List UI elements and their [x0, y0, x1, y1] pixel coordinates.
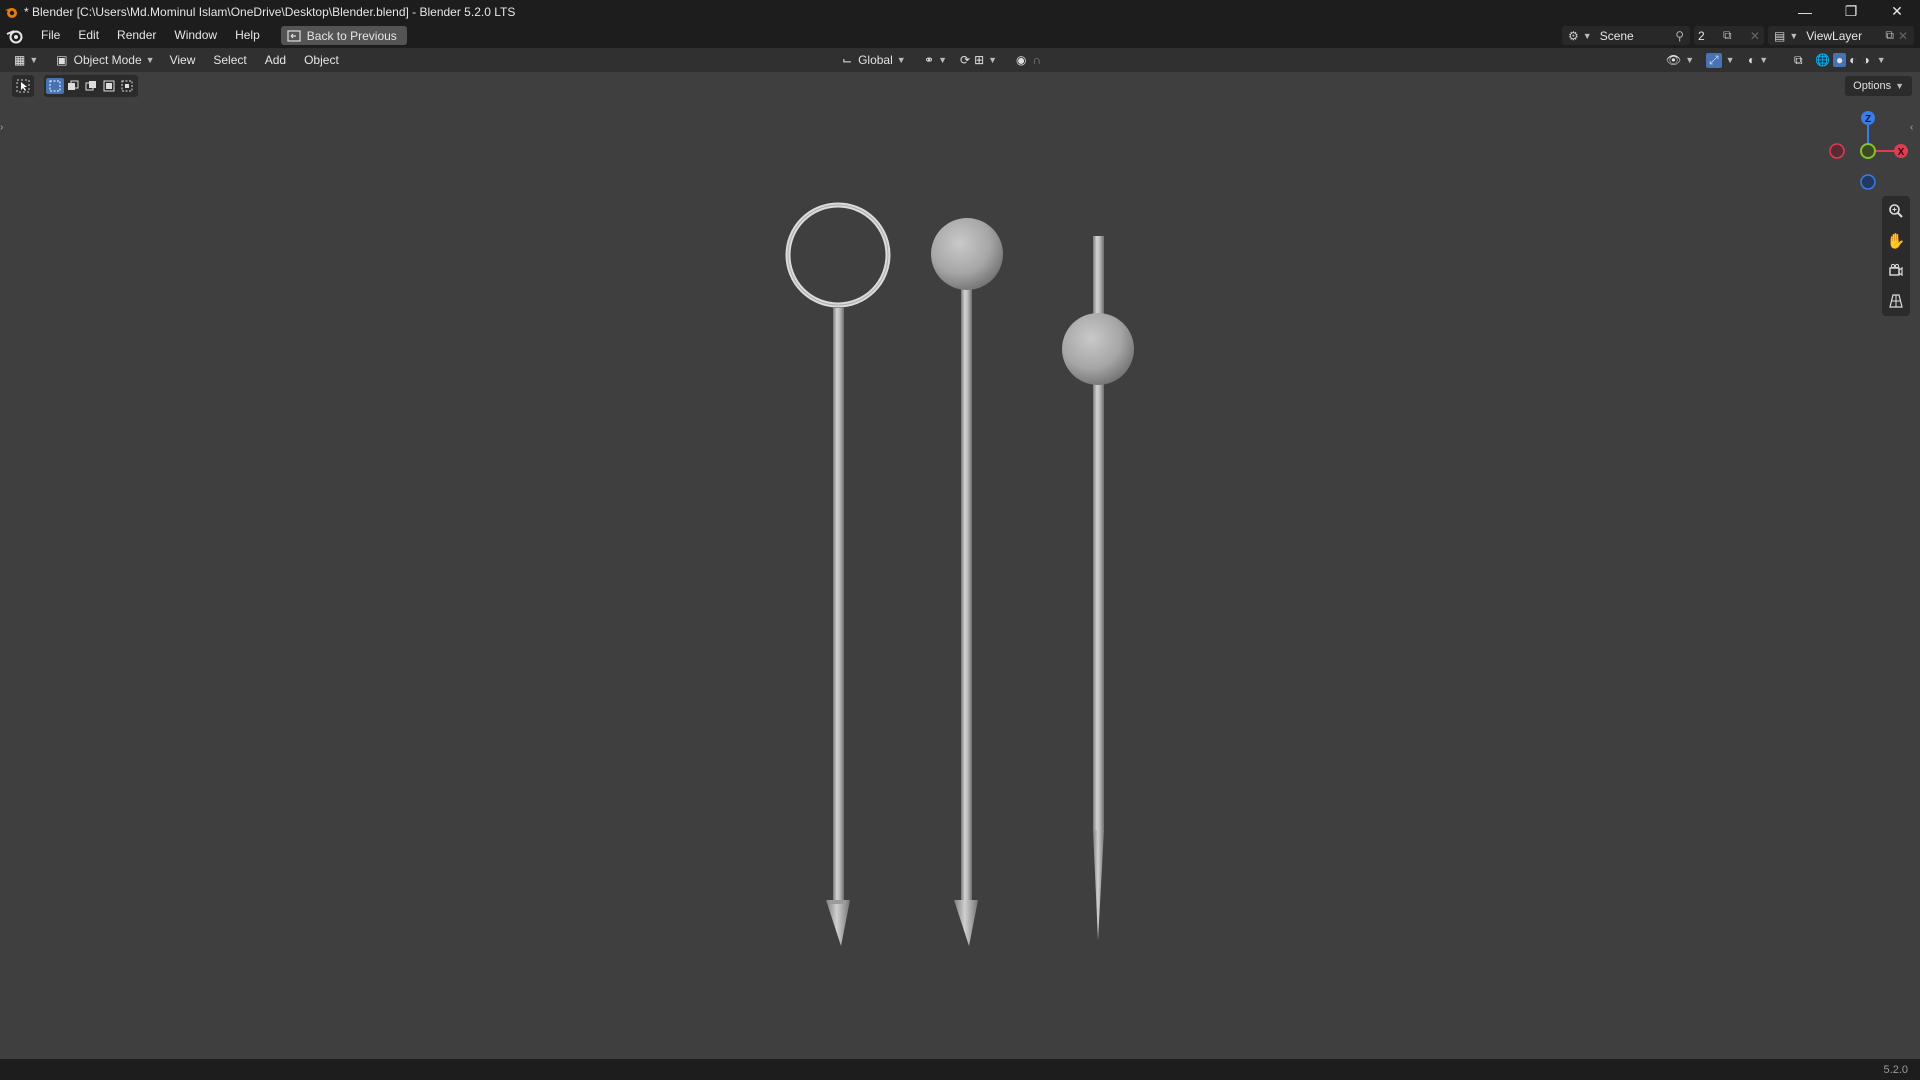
- viewport-menu-add[interactable]: Add: [256, 48, 295, 73]
- ring-pin-object[interactable]: [785, 202, 891, 946]
- visibility-dropdown[interactable]: 👁 ▼: [1660, 50, 1700, 70]
- bead-pin-object[interactable]: [1062, 236, 1134, 940]
- snap-toggle[interactable]: ⟳ ⊞ ▼: [954, 50, 1003, 70]
- chevron-down-icon: ▼: [29, 55, 39, 65]
- scene-name: Scene: [1599, 28, 1634, 43]
- menu-file[interactable]: File: [32, 23, 69, 48]
- xray-icon: ⧉: [1794, 52, 1803, 67]
- minimize-button[interactable]: —: [1782, 0, 1828, 23]
- viewport-menu-select[interactable]: Select: [204, 48, 255, 73]
- chevron-down-icon: ▼: [896, 55, 906, 65]
- viewport-menu-view[interactable]: View: [161, 48, 205, 73]
- eye-icon: 👁: [1666, 53, 1682, 67]
- editor-type-icon: ▦: [14, 53, 26, 67]
- remove-scene-icon[interactable]: ✕: [1750, 29, 1760, 43]
- chevron-down-icon: ▼: [1685, 55, 1695, 65]
- scene-icon: ⚙: [1568, 28, 1579, 43]
- pivot-icon: ⚭: [924, 53, 935, 67]
- snap-target-icon: ⊞: [974, 53, 985, 67]
- magnet-icon: ⟳: [960, 53, 971, 67]
- viewport-header: ▦ ▼ ▣ Object Mode ▼ View Select Add Obje…: [0, 48, 1920, 72]
- window-title: * Blender [C:\Users\Md.Mominul Islam\One…: [24, 4, 516, 19]
- chevron-down-icon: ▼: [988, 55, 998, 65]
- blender-menu-icon[interactable]: [6, 27, 24, 45]
- minimize-icon: —: [1798, 3, 1812, 20]
- object-mode-icon: ▣: [56, 53, 68, 67]
- new-scene-icon[interactable]: ⧉: [1723, 28, 1732, 43]
- chevron-down-icon: ▼: [1759, 55, 1769, 65]
- overlays-toggle[interactable]: ◐ ▼: [1742, 50, 1774, 70]
- xray-toggle[interactable]: ⧉: [1788, 50, 1809, 70]
- viewlayer-icon: ▤: [1774, 28, 1786, 43]
- mode-dropdown[interactable]: ▣ Object Mode ▼: [50, 50, 161, 70]
- falloff-icon: ∩: [1032, 53, 1042, 67]
- pin-icon[interactable]: ⚲: [1675, 29, 1684, 43]
- menu-window[interactable]: Window: [165, 23, 226, 48]
- pivot-point-dropdown[interactable]: ⚭ ▼: [918, 50, 953, 70]
- gizmo-toggle[interactable]: ⤢ ▼: [1700, 50, 1741, 70]
- chevron-down-icon: ▼: [1725, 55, 1735, 65]
- status-bar: 5.2.0: [0, 1059, 1920, 1080]
- version-label: 5.2.0: [1883, 1063, 1908, 1076]
- chevron-down-icon[interactable]: ▼: [1877, 55, 1886, 65]
- viewport-3d[interactable]: [0, 72, 1920, 1059]
- new-viewlayer-icon[interactable]: ⧉: [1885, 28, 1894, 43]
- rendered-shading-icon[interactable]: ◑: [1859, 53, 1872, 67]
- proportional-editing-icon: ◉: [1016, 53, 1027, 67]
- solid-shading-icon[interactable]: ●: [1832, 53, 1847, 67]
- chevron-down-icon: ▼: [145, 55, 155, 65]
- orientation-icon: ⌙: [842, 53, 853, 67]
- restore-icon: ❐: [1844, 3, 1858, 19]
- scene-selector-area: ⚙ ▼ Scene ⚲ 2 ⧉ ✕ ▤ ▼ ViewLayer ⧉ ✕: [1562, 23, 1920, 48]
- chevron-down-icon: ▼: [938, 55, 947, 65]
- ball-pin-object[interactable]: [931, 218, 1003, 946]
- shading-modes: 🌐 ● ◐ ◑ ▼: [1812, 50, 1886, 70]
- proportional-editing-toggle[interactable]: ◉ ∩: [1010, 50, 1047, 70]
- scene-users-field[interactable]: 2 ⧉ ✕: [1694, 26, 1764, 45]
- wireframe-shading-icon[interactable]: 🌐: [1812, 53, 1833, 67]
- viewport-menu-object[interactable]: Object: [295, 48, 348, 73]
- scene-users-count: 2: [1698, 28, 1705, 43]
- menu-help[interactable]: Help: [226, 23, 269, 48]
- menu-render[interactable]: Render: [108, 23, 165, 48]
- remove-viewlayer-icon[interactable]: ✕: [1898, 29, 1908, 43]
- orientation-label: Global: [858, 53, 893, 67]
- viewlayer-field[interactable]: ▤ ▼ ViewLayer ⧉ ✕: [1768, 26, 1914, 45]
- gizmo-icon: ⤢: [1706, 52, 1722, 68]
- blender-logo-icon: [5, 7, 17, 18]
- title-bar: * Blender [C:\Users\Md.Mominul Islam\One…: [0, 0, 1920, 23]
- editor-type-button[interactable]: ▦ ▼: [8, 50, 44, 70]
- back-screen-icon: [287, 29, 301, 42]
- chevron-down-icon: ▼: [1789, 30, 1799, 41]
- back-to-previous-label: Back to Previous: [306, 28, 397, 43]
- close-button[interactable]: ✕: [1874, 0, 1920, 23]
- back-to-previous-button[interactable]: Back to Previous: [280, 26, 407, 45]
- transform-orientation-dropdown[interactable]: ⌙ Global ▼: [836, 50, 912, 70]
- mode-label: Object Mode: [73, 53, 142, 67]
- chevron-down-icon: ▼: [1582, 30, 1592, 41]
- scene-field[interactable]: ⚙ ▼ Scene ⚲: [1562, 26, 1690, 45]
- material-shading-icon[interactable]: ◐: [1846, 53, 1859, 67]
- close-icon: ✕: [1891, 3, 1903, 19]
- viewlayer-name: ViewLayer: [1806, 28, 1863, 43]
- overlays-icon: ◐: [1748, 53, 1756, 67]
- restore-button[interactable]: ❐: [1828, 0, 1874, 23]
- menu-edit[interactable]: Edit: [69, 23, 108, 48]
